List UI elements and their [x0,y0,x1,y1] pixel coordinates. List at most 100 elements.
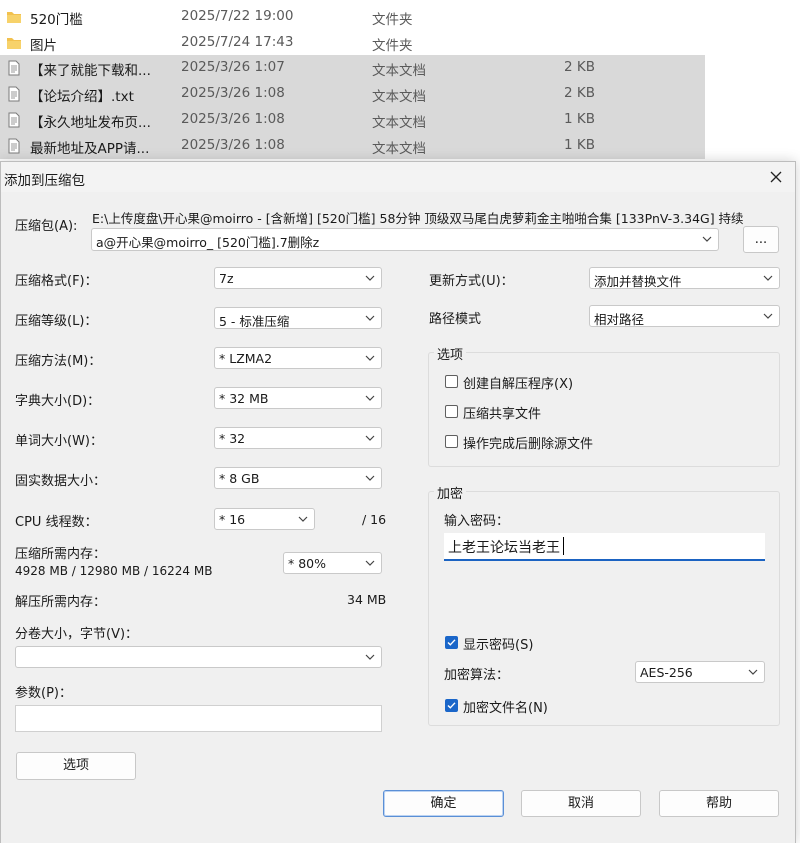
file-row-text[interactable]: 【永久地址发布页... 2025/3/26 1:08 文本文档 1 KB [0,107,705,133]
params-input[interactable] [15,705,382,732]
cpu-threads-select[interactable]: * 16 [214,508,315,530]
file-name: 【论坛介绍】.txt [30,89,134,105]
file-row-text[interactable]: 【论坛介绍】.txt 2025/3/26 1:08 文本文档 2 KB [0,81,705,107]
password-input[interactable]: 上老王论坛当老王 [444,533,765,561]
chevron-down-icon [702,236,712,242]
word-label: 单词大小(W)： [15,434,103,449]
file-date: 2025/3/26 1:08 [181,137,285,153]
format-select[interactable]: 7z [214,267,382,289]
chevron-down-icon [365,395,375,401]
dict-select[interactable]: * 32 MB [214,387,382,409]
dict-value: * 32 MB [219,391,269,406]
file-size: 2 KB [564,59,595,75]
volume-label: 分卷大小，字节(V)： [15,627,139,642]
delete-source-label[interactable]: 操作完成后删除源文件 [463,433,593,452]
text-file-icon [8,138,20,154]
folder-icon [7,12,21,23]
format-label: 压缩格式(F)： [15,274,98,289]
chevron-down-icon [365,355,375,361]
mem-percent-select[interactable]: * 80% [283,552,382,574]
chevron-down-icon [365,435,375,441]
update-mode-select[interactable]: 添加并替换文件 [589,267,780,289]
cpu-threads-value: * 16 [219,512,246,527]
chevron-down-icon [365,315,375,321]
level-label: 压缩等级(L)： [15,314,98,329]
chevron-down-icon [365,275,375,281]
encrypt-names-checkbox[interactable] [445,699,458,712]
mem-comp-label: 压缩所需内存： [15,547,107,562]
format-value: 7z [219,271,234,286]
mem-percent-value: * 80% [288,556,327,571]
file-type: 文本文档 [372,89,426,105]
update-mode-label: 更新方式(U)： [429,274,514,289]
archive-path-text: E:\上传度盘\开心果@moirro - [含新增] [520门槛] 58分钟 … [92,211,744,226]
method-label: 压缩方法(M)： [15,354,102,369]
method-select[interactable]: * LZMA2 [214,347,382,369]
encrypt-names-label[interactable]: 加密文件名(N) [463,697,548,716]
encryption-method-value: AES-256 [640,665,693,680]
file-name: 520门槛 [30,12,83,28]
ok-button[interactable]: 确定 [383,790,504,817]
options-group-title: 选项 [434,344,467,363]
file-date: 2025/3/26 1:08 [181,85,285,101]
update-mode-value: 添加并替换文件 [594,274,682,289]
browse-button[interactable]: ... [743,226,779,253]
chevron-down-icon [365,560,375,566]
shared-files-checkbox[interactable] [445,405,458,418]
archive-label: 压缩包(A): [15,219,78,234]
level-value: 5 - 标准压缩 [219,314,290,329]
file-date: 2025/3/26 1:08 [181,111,285,127]
file-size: 2 KB [564,85,595,101]
file-name: 【永久地址发布页... [30,115,151,131]
path-mode-select[interactable]: 相对路径 [589,305,780,327]
encryption-method-select[interactable]: AES-256 [635,661,765,683]
file-date: 2025/7/22 19:00 [181,8,294,24]
dict-label: 字典大小(D)： [15,394,101,409]
file-row-text[interactable]: 最新地址及APP请... 2025/3/26 1:08 文本文档 1 KB [0,133,705,159]
add-to-archive-dialog: 添加到压缩包 压缩包(A): E:\上传度盘\开心果@moirro - [含新增… [0,161,796,843]
shared-files-label[interactable]: 压缩共享文件 [463,403,541,422]
solid-select[interactable]: * 8 GB [214,467,382,489]
sfx-label[interactable]: 创建自解压程序(X) [463,373,573,392]
level-select[interactable]: 5 - 标准压缩 [214,307,382,329]
show-password-label[interactable]: 显示密码(S) [463,634,533,653]
options-button[interactable]: 选项 [16,752,136,780]
file-row-folder[interactable]: 图片 2025/7/24 17:43 文件夹 [0,30,705,56]
dialog-titlebar[interactable]: 添加到压缩包 [1,162,795,192]
show-password-checkbox[interactable] [445,636,458,649]
file-name: 图片 [30,38,57,54]
folder-icon [7,38,21,49]
chevron-down-icon [365,475,375,481]
file-row-text[interactable]: 【来了就能下载和... 2025/3/26 1:07 文本文档 2 KB [0,55,705,81]
file-type: 文件夹 [372,38,413,54]
help-button[interactable]: 帮助 [659,790,779,817]
password-label: 输入密码： [444,514,510,529]
volume-size-combobox[interactable] [15,646,382,668]
file-size: 1 KB [564,137,595,153]
solid-value: * 8 GB [219,471,260,486]
close-icon[interactable] [765,167,787,187]
file-type: 文件夹 [372,12,413,28]
file-type: 文本文档 [372,63,426,79]
path-mode-label: 路径模式 [429,312,482,327]
word-select[interactable]: * 32 [214,427,382,449]
encryption-group-title: 加密 [434,483,467,502]
cancel-button[interactable]: 取消 [521,790,641,817]
chevron-down-icon [748,669,758,675]
sfx-checkbox[interactable] [445,375,458,388]
text-file-icon [8,86,20,102]
mem-decomp-label: 解压所需内存： [15,595,107,610]
path-mode-value: 相对路径 [594,312,645,327]
text-file-icon [8,60,20,76]
file-size: 1 KB [564,111,595,127]
cpu-threads-total: / 16 [362,512,387,527]
file-row-folder[interactable]: 520门槛 2025/7/22 19:00 文件夹 [0,4,705,30]
params-label: 参数(P)： [15,686,72,701]
word-value: * 32 [219,431,246,446]
file-name: 最新地址及APP请... [30,141,150,157]
delete-source-checkbox[interactable] [445,435,458,448]
archive-path-combobox[interactable]: a@开心果@moirro_ [520门槛].7删除z [91,228,719,251]
chevron-down-icon [763,313,773,319]
cpu-label: CPU 线程数： [15,515,98,530]
mem-decomp-value: 34 MB [347,592,387,607]
